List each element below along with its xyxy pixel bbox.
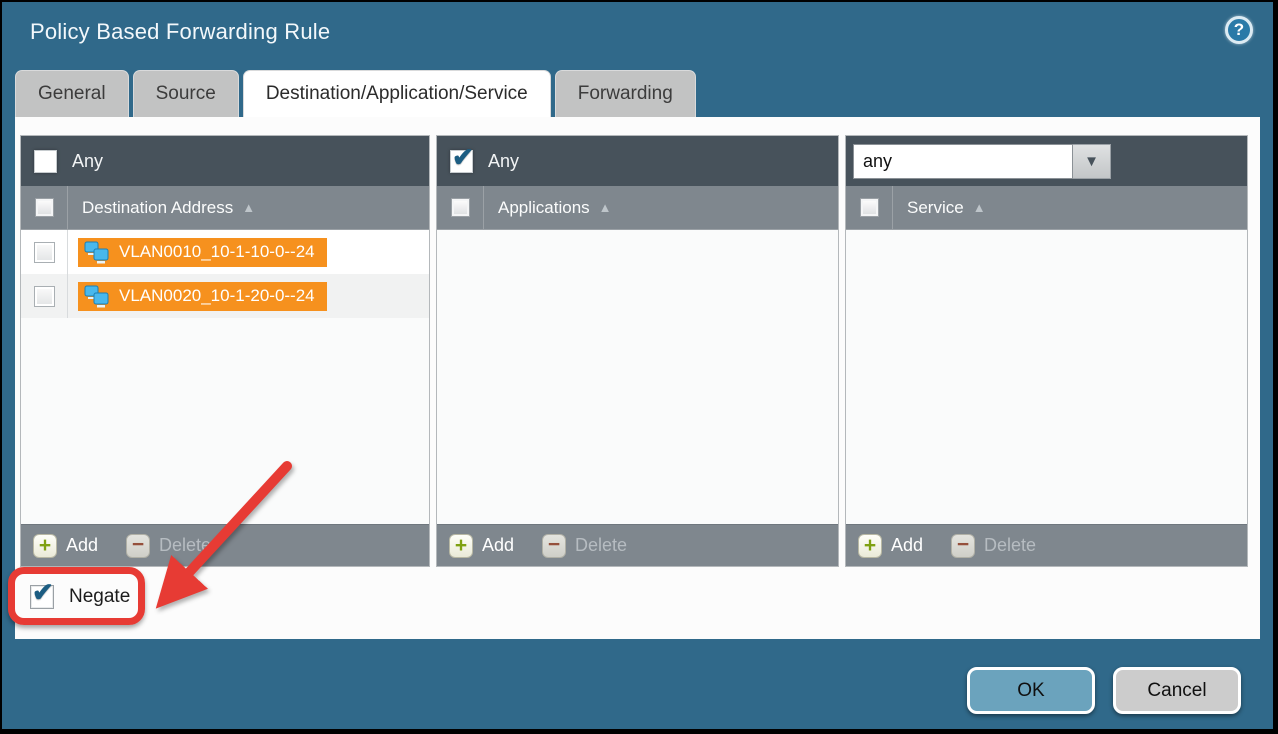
- row-checkbox[interactable]: [34, 242, 55, 263]
- tab-source[interactable]: Source: [133, 70, 239, 117]
- negate-row: ✔ Negate: [30, 585, 130, 609]
- applications-panel: ✔ Any Applications ▲ + Add − Delete: [436, 135, 839, 567]
- minus-icon: −: [951, 534, 975, 558]
- sort-ascending-icon[interactable]: ▲: [242, 200, 255, 215]
- applications-footer: + Add − Delete: [437, 524, 838, 566]
- destination-column-label[interactable]: Destination Address: [68, 198, 233, 218]
- chevron-down-icon: ▼: [1084, 153, 1099, 170]
- destination-column-header: Destination Address ▲: [21, 186, 429, 230]
- applications-column-header: Applications ▲: [437, 186, 838, 230]
- address-object-label: VLAN0010_10-1-10-0--24: [119, 242, 315, 262]
- service-footer: + Add − Delete: [846, 524, 1247, 566]
- service-dropdown-value[interactable]: any: [853, 144, 1073, 179]
- help-icon[interactable]: ?: [1225, 16, 1253, 44]
- applications-select-all-checkbox[interactable]: [451, 198, 470, 217]
- ok-button[interactable]: OK: [967, 667, 1095, 714]
- destination-any-checkbox[interactable]: [34, 150, 57, 173]
- destination-any-label: Any: [72, 151, 103, 172]
- destination-select-all-checkbox[interactable]: [35, 198, 54, 217]
- row-checkbox[interactable]: [34, 286, 55, 307]
- applications-any-label: Any: [488, 151, 519, 172]
- sort-ascending-icon[interactable]: ▲: [973, 200, 986, 215]
- service-column-label[interactable]: Service: [893, 198, 964, 218]
- destination-list: VLAN0010_10-1-10-0--24 VLAN: [21, 230, 429, 524]
- service-panel: any ▼ Service ▲ + Add: [845, 135, 1248, 567]
- applications-list: [437, 230, 838, 524]
- delete-button[interactable]: − Delete: [951, 534, 1036, 558]
- dialog-title: Policy Based Forwarding Rule: [30, 19, 330, 45]
- sort-ascending-icon[interactable]: ▲: [599, 200, 612, 215]
- destination-footer: + Add − Delete: [21, 524, 429, 566]
- network-icon: [84, 241, 111, 264]
- negate-checkbox[interactable]: ✔: [30, 585, 54, 609]
- destination-any-header: Any: [21, 136, 429, 186]
- address-object-chip[interactable]: VLAN0020_10-1-20-0--24: [78, 282, 327, 311]
- service-dropdown-header: any ▼: [846, 136, 1247, 186]
- delete-button[interactable]: − Delete: [542, 534, 627, 558]
- destination-address-panel: Any Destination Address ▲: [20, 135, 430, 567]
- tab-forwarding[interactable]: Forwarding: [555, 70, 696, 117]
- applications-any-header: ✔ Any: [437, 136, 838, 186]
- plus-icon: +: [449, 534, 473, 558]
- network-icon: [84, 285, 111, 308]
- address-object-chip[interactable]: VLAN0010_10-1-10-0--24: [78, 238, 327, 267]
- applications-any-checkbox[interactable]: ✔: [450, 150, 473, 173]
- tab-bar: General Source Destination/Application/S…: [15, 70, 696, 117]
- dropdown-button[interactable]: ▼: [1073, 144, 1111, 179]
- service-column-header: Service ▲: [846, 186, 1247, 230]
- service-dropdown[interactable]: any ▼: [853, 144, 1111, 179]
- checkmark-icon: ✔: [452, 142, 474, 173]
- negate-label: Negate: [69, 586, 130, 608]
- minus-icon: −: [542, 534, 566, 558]
- service-list: [846, 230, 1247, 524]
- tab-content: Any Destination Address ▲: [15, 117, 1260, 639]
- checkmark-icon: ✔: [32, 577, 54, 608]
- pbf-rule-dialog: Policy Based Forwarding Rule ? General S…: [2, 2, 1273, 729]
- tab-destination-application-service[interactable]: Destination/Application/Service: [243, 70, 551, 118]
- table-row[interactable]: VLAN0010_10-1-10-0--24: [21, 230, 429, 274]
- add-button[interactable]: + Add: [858, 534, 923, 558]
- tab-general[interactable]: General: [15, 70, 129, 117]
- add-button[interactable]: + Add: [33, 534, 98, 558]
- cancel-button[interactable]: Cancel: [1113, 667, 1241, 714]
- applications-column-label[interactable]: Applications: [484, 198, 590, 218]
- add-button[interactable]: + Add: [449, 534, 514, 558]
- table-row[interactable]: VLAN0020_10-1-20-0--24: [21, 274, 429, 318]
- minus-icon: −: [126, 534, 150, 558]
- plus-icon: +: [33, 534, 57, 558]
- address-object-label: VLAN0020_10-1-20-0--24: [119, 286, 315, 306]
- service-select-all-checkbox[interactable]: [860, 198, 879, 217]
- plus-icon: +: [858, 534, 882, 558]
- delete-button[interactable]: − Delete: [126, 534, 211, 558]
